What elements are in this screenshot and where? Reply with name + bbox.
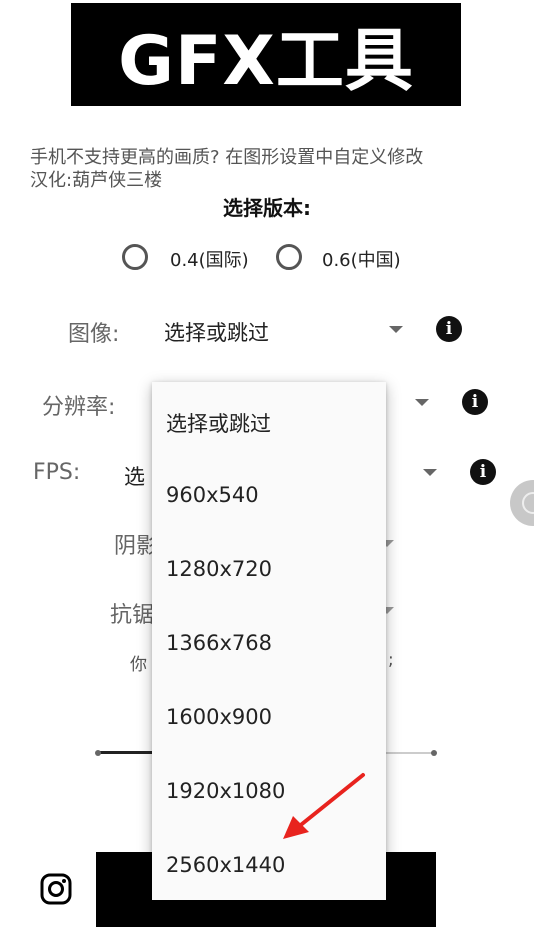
dropdown-item-1920x1080[interactable]: 1920x1080 <box>166 779 285 803</box>
hint-text-end: ; <box>388 650 394 670</box>
slider-fill <box>98 751 158 754</box>
radio-label-version-0-6: 0.6(中国) <box>322 250 401 271</box>
info-icon[interactable]: i <box>470 459 496 485</box>
antialias-label: 抗锯 <box>110 603 155 628</box>
hint-text: 你 <box>130 655 147 675</box>
chevron-down-icon[interactable] <box>423 469 437 476</box>
version-title: 选择版本: <box>223 196 311 220</box>
app-title: GFX工具 <box>118 22 414 101</box>
radio-version-0-4[interactable] <box>122 244 148 270</box>
chevron-down-icon[interactable] <box>415 399 429 406</box>
annotation-arrow-icon <box>283 773 365 839</box>
resolution-label: 分辨率: <box>42 395 116 420</box>
fps-select[interactable]: 选 <box>124 461 145 491</box>
dropdown-item-skip[interactable]: 选择或跳过 <box>166 408 271 438</box>
dropdown-item-1366x768[interactable]: 1366x768 <box>166 631 272 655</box>
dropdown-item-1600x900[interactable]: 1600x900 <box>166 705 272 729</box>
graphics-select[interactable]: 选择或跳过 <box>164 317 269 347</box>
instagram-icon[interactable] <box>40 873 72 905</box>
fps-label: FPS: <box>33 460 81 485</box>
app-title-banner: GFX工具 <box>71 3 461 106</box>
info-icon[interactable]: i <box>436 316 462 342</box>
chevron-down-icon[interactable] <box>389 326 403 333</box>
credit-text: 汉化:葫芦侠三楼 <box>30 170 163 191</box>
radio-version-0-6[interactable] <box>276 244 302 270</box>
graphics-label: 图像: <box>68 322 120 347</box>
dropdown-item-960x540[interactable]: 960x540 <box>166 483 259 507</box>
dropdown-item-2560x1440[interactable]: 2560x1440 <box>166 853 285 877</box>
radio-label-version-0-4: 0.4(国际) <box>170 250 249 271</box>
info-icon[interactable]: i <box>462 389 488 415</box>
dropdown-item-1280x720[interactable]: 1280x720 <box>166 557 272 581</box>
slider-handle[interactable] <box>95 750 101 756</box>
slider-end <box>431 750 437 756</box>
